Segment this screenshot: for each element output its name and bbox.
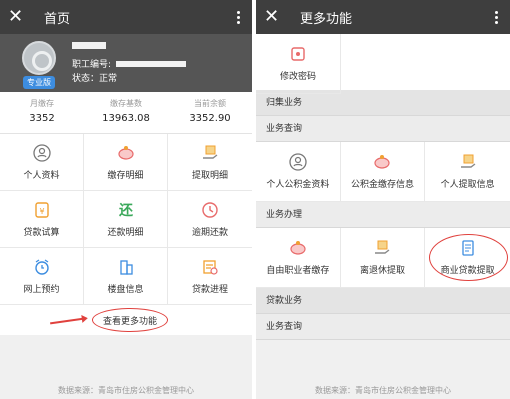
hand-coin-icon xyxy=(459,153,477,171)
alarm-icon xyxy=(33,258,51,276)
account-stats: 月缴存 3352 缴存基数 13963.08 当前余额 3352.90 xyxy=(0,92,252,134)
subsection-query-loan: 业务查询 xyxy=(256,314,510,340)
page-title: 更多功能 xyxy=(300,11,353,27)
section-header-collection: 归集业务 xyxy=(256,90,510,116)
highlight-circle xyxy=(429,234,508,281)
piggy-bank-icon xyxy=(289,239,307,257)
more-functions-link[interactable]: 查看更多功能 xyxy=(92,308,168,332)
person-icon xyxy=(289,153,307,171)
menu-commercial-loan-withdraw[interactable]: 商业贷款提取 xyxy=(425,228,510,288)
more-functions-row: 查看更多功能 xyxy=(0,305,252,335)
menu-freelancer-deposit[interactable]: 自由职业者缴存 xyxy=(256,228,341,288)
hand-coin-icon xyxy=(373,239,391,257)
plan-badge: 专业版 xyxy=(23,76,55,89)
repay-icon: 还 xyxy=(117,201,135,219)
menu-personal-withdraw-info[interactable]: 个人提取信息 xyxy=(425,142,510,202)
menu-overdue-repay[interactable]: 逾期还款 xyxy=(168,191,252,248)
home-screen: ✕ 首页 专业版 职工编号: 状态：正常 月缴存 3352 缴存基数 13963… xyxy=(0,0,252,399)
close-icon[interactable]: ✕ xyxy=(264,8,286,26)
more-functions-screen: ✕ 更多功能 修改密码 归集业务 业务查询 个人公积金资料 公积金缴存信息 个人… xyxy=(256,0,510,399)
stat-balance: 当前余额 3352.90 xyxy=(189,99,231,124)
more-menu-icon[interactable] xyxy=(490,10,502,24)
status-text: 状态：正常 xyxy=(72,74,118,84)
person-icon xyxy=(32,143,51,162)
menu-fund-deposit-info[interactable]: 公积金缴存信息 xyxy=(340,142,426,202)
page-title: 首页 xyxy=(44,11,71,27)
handling-grid: 自由职业者缴存 离退休提取 商业贷款提取 xyxy=(256,228,510,288)
hand-coin-icon xyxy=(201,144,219,162)
section-header-loan: 贷款业务 xyxy=(256,288,510,314)
menu-retirement-withdraw[interactable]: 离退休提取 xyxy=(340,228,426,288)
account-settings-row: 修改密码 xyxy=(256,34,510,94)
menu-property-info[interactable]: 楼盘信息 xyxy=(84,248,168,305)
piggy-bank-icon xyxy=(117,144,135,162)
calculator-icon: ¥ xyxy=(33,201,51,219)
menu-online-appointment[interactable]: 网上预约 xyxy=(0,248,84,305)
employee-id-label: 职工编号: xyxy=(72,60,112,70)
password-icon xyxy=(289,45,307,63)
data-source-footer: 数据来源：青岛市住房公积金管理中心 xyxy=(0,383,252,399)
piggy-bank-icon xyxy=(373,153,391,171)
svg-text:¥: ¥ xyxy=(39,207,44,216)
menu-withdraw-detail[interactable]: 提取明细 xyxy=(168,134,252,191)
avatar xyxy=(22,41,56,75)
profile-card: 专业版 职工编号: 状态：正常 xyxy=(0,34,252,92)
close-icon[interactable]: ✕ xyxy=(8,8,30,26)
more-menu-icon[interactable] xyxy=(232,10,244,24)
menu-loan-calc[interactable]: ¥ 贷款试算 xyxy=(0,191,84,248)
query-grid: 个人公积金资料 公积金缴存信息 个人提取信息 xyxy=(256,142,510,202)
progress-icon xyxy=(201,258,219,276)
subsection-query: 业务查询 xyxy=(256,116,510,142)
stat-monthly: 月缴存 3352 xyxy=(29,99,55,124)
menu-loan-progress[interactable]: 贷款进程 xyxy=(168,248,252,305)
annotation-arrow xyxy=(50,317,84,325)
stat-base: 缴存基数 13963.08 xyxy=(102,99,150,124)
building-icon xyxy=(117,258,135,276)
name-redacted xyxy=(72,42,106,49)
menu-deposit-detail[interactable]: 缴存明细 xyxy=(84,134,168,191)
top-bar: ✕ 更多功能 xyxy=(256,0,510,34)
subsection-handling: 业务办理 xyxy=(256,202,510,228)
svg-text:还: 还 xyxy=(118,202,134,219)
menu-personal-info[interactable]: 个人资料 xyxy=(0,134,84,191)
employee-id-redacted xyxy=(116,61,186,67)
top-bar: ✕ 首页 xyxy=(0,0,252,34)
menu-personal-fund-info[interactable]: 个人公积金资料 xyxy=(256,142,341,202)
menu-change-password[interactable]: 修改密码 xyxy=(256,34,341,94)
data-source-footer: 数据来源：青岛市住房公积金管理中心 xyxy=(256,383,510,399)
clock-icon xyxy=(201,201,219,219)
function-grid: 个人资料 缴存明细 提取明细 ¥ 贷款试算 还 还款明细 逾期还款 网上预约 楼… xyxy=(0,134,252,305)
menu-repay-detail[interactable]: 还 还款明细 xyxy=(84,191,168,248)
